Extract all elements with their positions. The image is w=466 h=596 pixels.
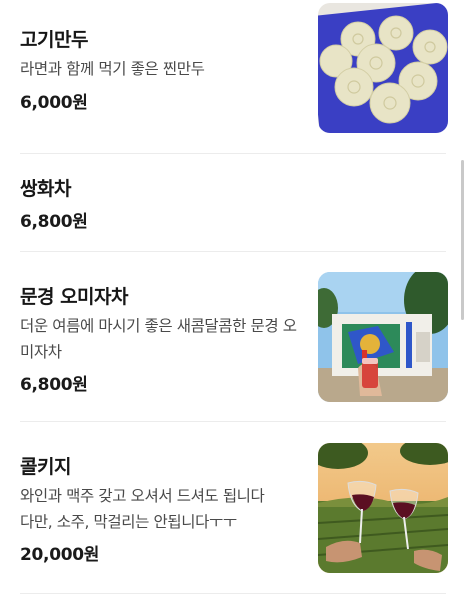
wine-glasses-vineyard-photo	[318, 443, 448, 573]
menu-item-price: 6,000원	[20, 93, 88, 113]
menu-item-name: 콜키지	[20, 456, 71, 478]
menu-item-corkage[interactable]: 콜키지 와인과 맥주 갖고 오셔서 드셔도 됩니다 다만, 소주, 막걸리는 안…	[20, 422, 448, 594]
menu-item-description: 더운 여름에 마시기 좋은 새콤달콤한 문경 오미자차	[20, 317, 297, 361]
menu-item-description: 와인과 맥주 갖고 오셔서 드셔도 됩니다 다만, 소주, 막걸리는 안됩니다ㅜ…	[20, 483, 320, 535]
menu-item-price: 20,000원	[20, 545, 100, 565]
menu-item-gogi-mandu[interactable]: 고기만두 라면과 함께 먹기 좋은 찐만두 6,000원	[20, 0, 448, 150]
omija-tea-cafe-photo	[318, 272, 448, 402]
menu-item-description: 라면과 함께 먹기 좋은 찐만두	[20, 60, 205, 78]
menu-item-name: 문경 오미자차	[20, 286, 129, 308]
divider	[20, 593, 446, 594]
menu-list: 고기만두 라면과 함께 먹기 좋은 찐만두 6,000원 쌍화차 6,800원 …	[0, 0, 466, 596]
steamed-dumplings-photo	[318, 3, 448, 133]
scrollbar[interactable]	[461, 160, 464, 320]
menu-item-omija-tea[interactable]: 문경 오미자차 더운 여름에 마시기 좋은 새콤달콤한 문경 오미자차 6,80…	[20, 252, 448, 420]
menu-item-price: 6,800원	[20, 375, 88, 395]
menu-item-price: 6,800원	[20, 212, 88, 232]
menu-item-name: 쌍화차	[20, 178, 71, 200]
menu-item-description-line: 다만, 소주, 막걸리는 안됩니다ㅜㅜ	[20, 513, 237, 531]
menu-item-ssanghwa-tea[interactable]: 쌍화차 6,800원	[20, 154, 448, 250]
menu-item-description-line: 와인과 맥주 갖고 오셔서 드셔도 됩니다	[20, 487, 265, 505]
menu-item-name: 고기만두	[20, 29, 88, 51]
